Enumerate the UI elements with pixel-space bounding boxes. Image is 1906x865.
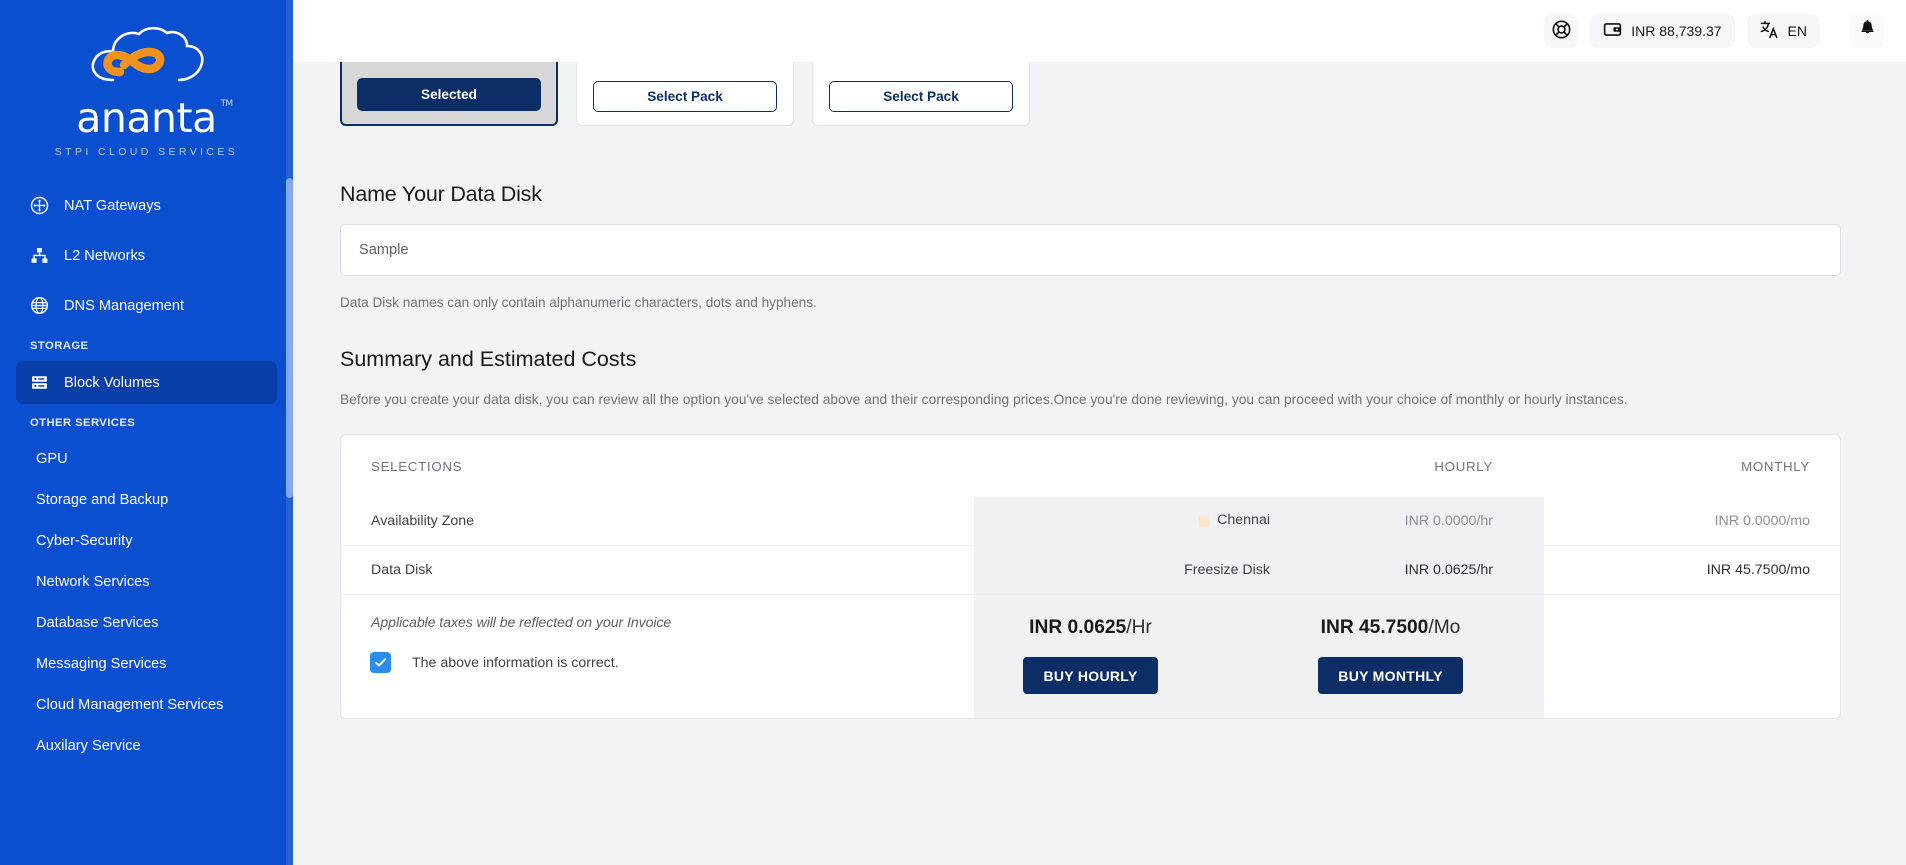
hourly-total-unit: /Hr <box>1126 617 1152 638</box>
pack-selected-button[interactable]: Selected <box>357 77 541 111</box>
wallet-icon <box>1603 20 1622 42</box>
lifebuoy-icon <box>1552 20 1571 42</box>
sidebar-item-l2-networks[interactable]: L2 Networks <box>16 234 277 277</box>
summary-description: Before you create your data disk, you ca… <box>340 392 1628 407</box>
row-value-text: Chennai <box>1217 512 1270 529</box>
row-hourly-price: INR 0.0000/hr <box>1404 513 1493 529</box>
pack-card[interactable]: Select Pack <box>812 62 1030 126</box>
main-pane: INR 88,739.37 EN Selected Select Pack Se… <box>293 0 1906 865</box>
sidebar-scroll-region[interactable]: ananta TM STPI CLOUD SERVICES NAT Gatewa… <box>0 0 293 865</box>
monthly-total-amount: INR 45.7500 <box>1320 617 1429 638</box>
hourly-total-amount: INR 0.0625 <box>1029 617 1127 638</box>
sidebar-scrollbar-thumb[interactable] <box>286 178 293 498</box>
region-flag-icon <box>1199 515 1211 527</box>
confirm-checkbox-label: The above information is correct. <box>412 654 619 671</box>
wallet-balance-text: INR 88,739.37 <box>1631 22 1722 39</box>
row-value-text: Freesize Disk <box>1184 562 1270 578</box>
sidebar-item-gpu[interactable]: GPU <box>0 438 293 479</box>
sidebar-item-storage-and-backup[interactable]: Storage and Backup <box>0 479 293 520</box>
summary-table: SELECTIONS HOURLY MONTHLY Availability Z… <box>340 434 1841 719</box>
sidebar-item-label: L2 Networks <box>64 247 146 264</box>
brand-tagline: STPI CLOUD SERVICES <box>54 146 239 158</box>
hourly-total-column: INR 0.0625/Hr BUY HOURLY <box>948 595 1233 716</box>
confirm-row: The above information is correct. <box>371 653 974 672</box>
sidebar-item-network-services[interactable]: Network Services <box>0 561 293 602</box>
select-pack-button[interactable]: Select Pack <box>829 81 1013 112</box>
page-scroll-region[interactable]: Selected Select Pack Select Pack Name Yo… <box>293 62 1906 865</box>
sidebar-item-label: Block Volumes <box>64 374 160 391</box>
table-row: Availability Zone Chennai INR 0.0000/hr … <box>341 497 1840 545</box>
disk-name-heading: Name Your Data Disk <box>340 182 542 206</box>
sidebar-item-database-services[interactable]: Database Services <box>0 602 293 643</box>
page-content: Selected Select Pack Select Pack Name Yo… <box>293 62 1906 719</box>
notifications-button[interactable] <box>1850 13 1884 48</box>
sidebar: ananta TM STPI CLOUD SERVICES NAT Gatewa… <box>0 0 293 865</box>
sidebar-item-label: NAT Gateways <box>64 197 161 214</box>
bell-icon <box>1858 19 1877 43</box>
summary-table-header: SELECTIONS HOURLY MONTHLY <box>341 435 1840 497</box>
sidebar-item-messaging-services[interactable]: Messaging Services <box>0 643 293 684</box>
language-selector[interactable]: EN <box>1746 13 1820 48</box>
row-hourly-price: INR 0.0625/hr <box>1404 562 1493 578</box>
brand-wordmark: ananta TM <box>76 98 233 139</box>
wallet-balance-button[interactable]: INR 88,739.37 <box>1590 13 1735 48</box>
brand-word-text: ananta <box>76 94 217 142</box>
topbar: INR 88,739.37 EN <box>293 0 1906 62</box>
sidebar-section-other-services-title: OTHER SERVICES <box>30 417 136 429</box>
nat-gateway-icon <box>30 196 49 215</box>
row-label: Availability Zone <box>371 513 475 529</box>
pack-card-row: Selected Select Pack Select Pack <box>340 62 1859 126</box>
row-label: Data Disk <box>371 562 433 578</box>
sidebar-item-cyber-security[interactable]: Cyber-Security <box>0 520 293 561</box>
sidebar-section-storage-title: STORAGE <box>30 340 89 352</box>
check-icon <box>375 658 386 667</box>
sidebar-item-cloud-management-services[interactable]: Cloud Management Services <box>0 684 293 725</box>
globe-icon <box>30 296 49 315</box>
buy-hourly-button[interactable]: BUY HOURLY <box>1023 657 1158 694</box>
disk-name-input[interactable] <box>340 224 1841 276</box>
sidebar-item-nat-gateways[interactable]: NAT Gateways <box>16 184 277 227</box>
trademark-symbol: TM <box>220 99 233 109</box>
translate-icon <box>1760 20 1779 42</box>
sidebar-item-dns-management[interactable]: DNS Management <box>16 284 277 327</box>
table-row: Data Disk Freesize Disk INR 0.0625/hr IN… <box>341 545 1840 594</box>
language-label: EN <box>1787 22 1807 39</box>
sidebar-scrollbar-track[interactable] <box>286 0 293 865</box>
pack-card[interactable]: Select Pack <box>576 62 794 126</box>
pack-card[interactable]: Selected <box>340 62 558 126</box>
app-root: ananta TM STPI CLOUD SERVICES NAT Gatewa… <box>0 0 1906 865</box>
network-hierarchy-icon <box>30 246 49 265</box>
server-stack-icon <box>30 373 49 392</box>
row-monthly-price: INR 45.7500/mo <box>1706 562 1810 578</box>
sidebar-item-block-volumes[interactable]: Block Volumes <box>16 361 277 404</box>
column-header-hourly: HOURLY <box>1434 458 1493 474</box>
buy-monthly-button[interactable]: BUY MONTHLY <box>1318 657 1463 694</box>
sidebar-item-auxilary-service[interactable]: Auxilary Service <box>0 725 293 766</box>
summary-total-row: Applicable taxes will be reflected on yo… <box>341 594 1840 716</box>
row-value: Chennai <box>934 512 1270 530</box>
tax-note: Applicable taxes will be reflected on yo… <box>371 615 672 631</box>
summary-heading: Summary and Estimated Costs <box>340 347 637 371</box>
row-monthly-price: INR 0.0000/mo <box>1714 513 1810 529</box>
brand-logo[interactable]: ananta TM STPI CLOUD SERVICES <box>0 0 293 184</box>
total-left-column: Applicable taxes will be reflected on yo… <box>341 595 974 716</box>
column-header-monthly: MONTHLY <box>1741 458 1810 474</box>
hourly-total-price: INR 0.0625/Hr <box>1029 617 1152 639</box>
sidebar-item-label: DNS Management <box>64 297 185 314</box>
monthly-total-unit: /Mo <box>1428 617 1461 638</box>
monthly-total-column: INR 45.7500/Mo BUY MONTHLY <box>1248 595 1533 716</box>
support-button[interactable] <box>1544 13 1579 48</box>
infinity-cloud-logo-icon <box>90 26 203 82</box>
select-pack-button[interactable]: Select Pack <box>593 81 777 112</box>
column-header-selections: SELECTIONS <box>371 458 463 474</box>
disk-name-hint: Data Disk names can only contain alphanu… <box>340 295 817 310</box>
confirm-checkbox[interactable] <box>371 653 390 672</box>
monthly-total-price: INR 45.7500/Mo <box>1321 617 1461 639</box>
